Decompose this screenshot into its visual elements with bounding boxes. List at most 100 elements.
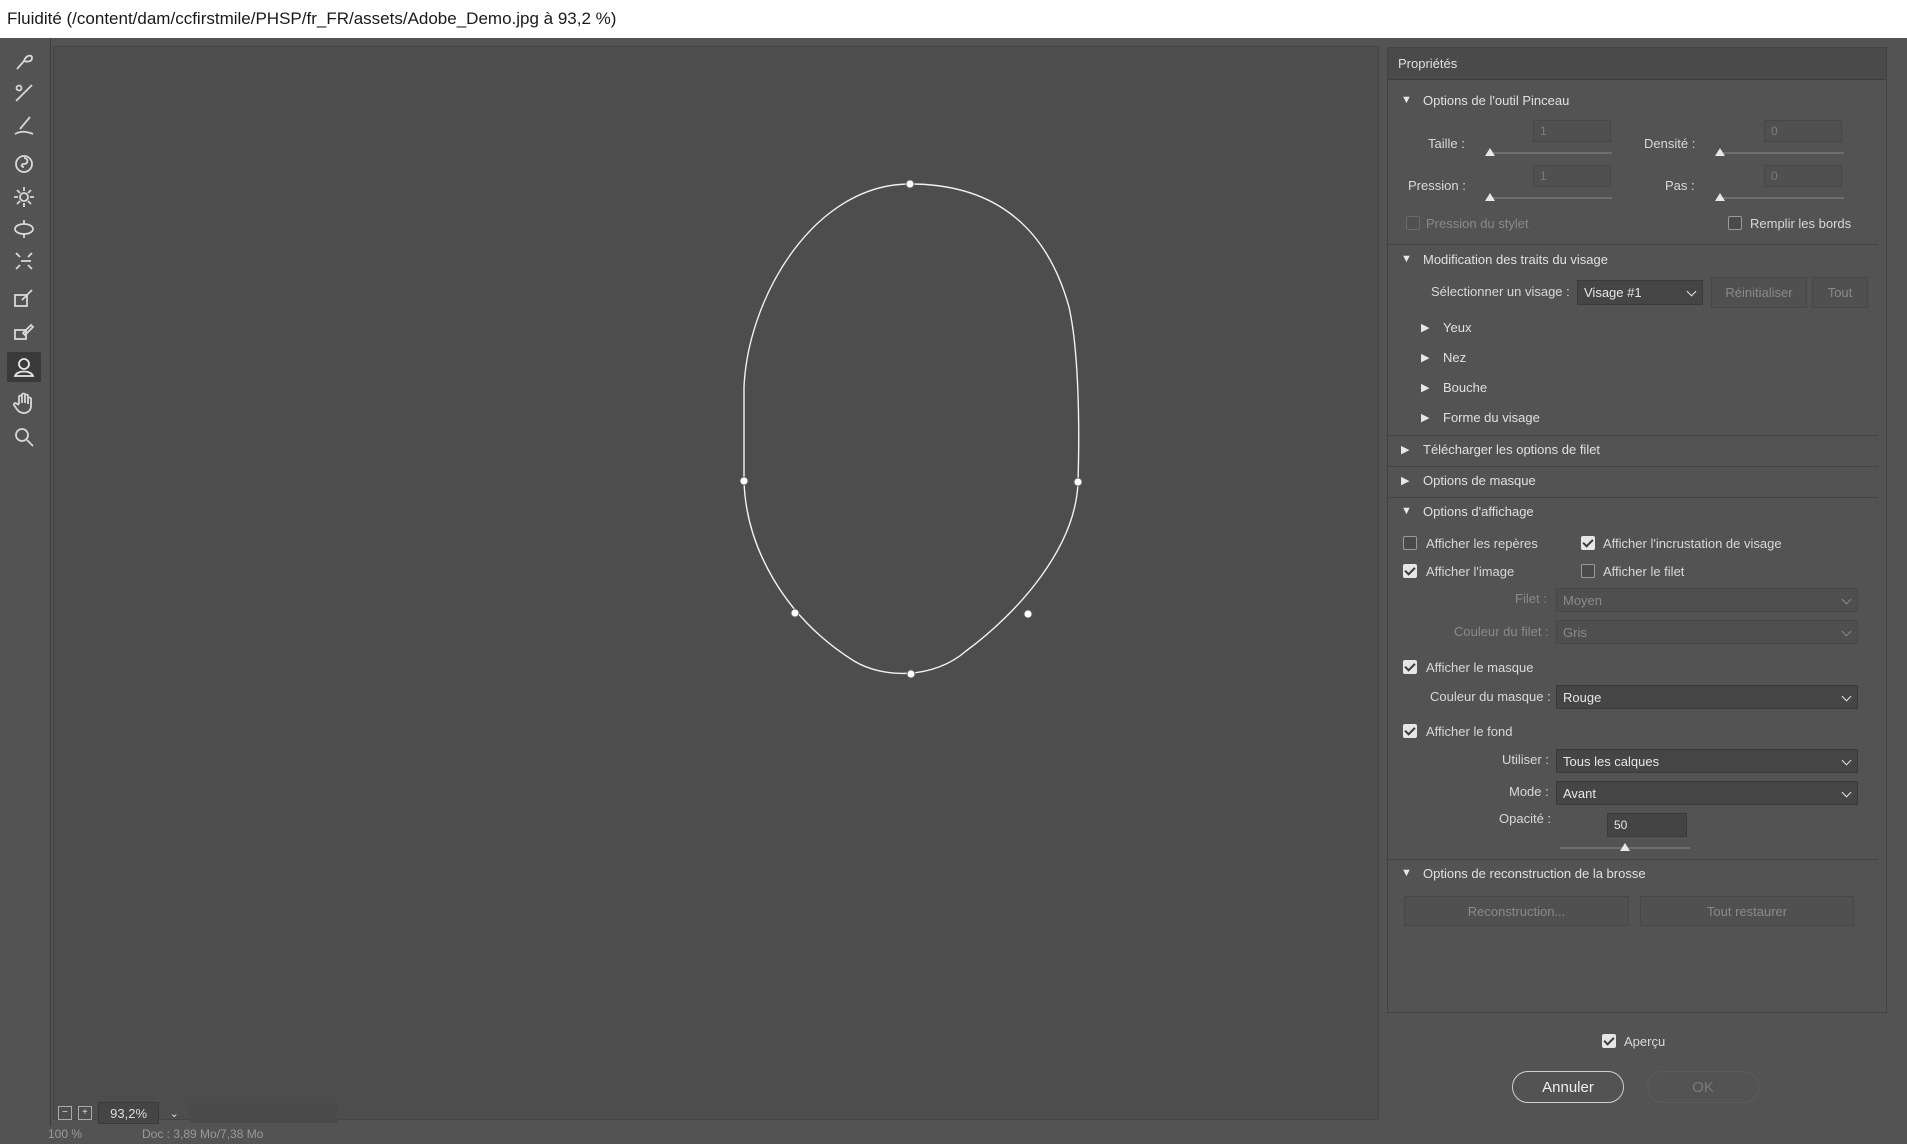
pin-edges-label: Remplir les bords bbox=[1750, 216, 1852, 231]
hand-icon[interactable] bbox=[7, 388, 41, 418]
size-field[interactable]: 1 bbox=[1533, 120, 1611, 142]
opacity-label: Opacité : bbox=[1499, 811, 1552, 826]
density-slider-track[interactable] bbox=[1718, 152, 1844, 154]
show-backdrop-checkbox[interactable] bbox=[1403, 724, 1417, 738]
mesh-size-dropdown[interactable]: Moyen bbox=[1556, 588, 1858, 612]
zoom-slider-area bbox=[189, 1103, 339, 1123]
show-mesh-label: Afficher le filet bbox=[1603, 564, 1685, 579]
use-label: Utiliser : bbox=[1502, 752, 1549, 767]
zoom-level-field[interactable]: 93,2% bbox=[97, 1102, 160, 1124]
window-title: Fluidité (/content/dam/ccfirstmile/PHSP/… bbox=[0, 0, 1907, 38]
show-image-checkbox[interactable] bbox=[1403, 564, 1417, 578]
face-item-eyes[interactable]: ▶ Yeux bbox=[1388, 315, 1878, 339]
face-control-point bbox=[739, 476, 749, 486]
face-item-nose[interactable]: ▶ Nez bbox=[1388, 345, 1878, 369]
show-backdrop-label: Afficher le fond bbox=[1426, 724, 1513, 739]
show-face-overlay-checkbox[interactable] bbox=[1581, 536, 1595, 550]
show-mask-checkbox[interactable] bbox=[1403, 660, 1417, 674]
face-control-point bbox=[906, 669, 916, 679]
rate-field[interactable]: 0 bbox=[1764, 165, 1842, 187]
face-control-point bbox=[905, 179, 915, 189]
freeze-mask-icon[interactable] bbox=[7, 283, 41, 313]
section-reconstruct-options[interactable]: ▼ Options de reconstruction de la brosse bbox=[1388, 861, 1878, 885]
preview-checkbox[interactable] bbox=[1602, 1034, 1616, 1048]
scrollbar[interactable] bbox=[1889, 47, 1901, 1127]
pressure-field[interactable]: 1 bbox=[1533, 165, 1611, 187]
size-slider-track[interactable] bbox=[1488, 152, 1612, 154]
opacity-slider-thumb[interactable] bbox=[1620, 843, 1630, 851]
collapsed-triangle-icon: ▶ bbox=[1421, 411, 1430, 424]
show-guides-checkbox[interactable] bbox=[1403, 536, 1417, 550]
zoom-dropdown-icon[interactable]: ⌄ bbox=[165, 1103, 183, 1123]
collapsed-triangle-icon: ▶ bbox=[1421, 321, 1430, 334]
section-brush-options[interactable]: ▼ Options de l'outil Pinceau bbox=[1388, 88, 1878, 112]
mask-color-dropdown[interactable]: Rouge bbox=[1556, 685, 1858, 709]
restore-all-button[interactable]: Tout restaurer bbox=[1640, 896, 1854, 926]
divider bbox=[1388, 497, 1878, 498]
divider bbox=[1388, 435, 1878, 436]
face-item-mouth[interactable]: ▶ Bouche bbox=[1388, 375, 1878, 399]
zoom-in-button[interactable]: + bbox=[77, 1106, 92, 1120]
show-mesh-checkbox[interactable] bbox=[1581, 564, 1595, 578]
zoom-icon[interactable] bbox=[7, 422, 41, 452]
smooth-icon[interactable] bbox=[7, 110, 41, 140]
select-face-dropdown[interactable]: Visage #1 bbox=[1577, 280, 1703, 305]
face-control-point bbox=[790, 608, 800, 618]
face-tool-icon[interactable] bbox=[7, 352, 41, 382]
pressure-slider-thumb[interactable] bbox=[1485, 193, 1495, 201]
section-face-aware[interactable]: ▼ Modification des traits du visage bbox=[1388, 247, 1878, 271]
zoom-out-button[interactable]: − bbox=[58, 1106, 72, 1120]
size-slider-thumb[interactable] bbox=[1485, 148, 1495, 156]
rate-slider-thumb[interactable] bbox=[1715, 193, 1725, 201]
face-outline-overlay[interactable] bbox=[54, 47, 1378, 1119]
density-slider-thumb[interactable] bbox=[1715, 148, 1725, 156]
divider bbox=[1388, 466, 1878, 467]
reconstruct-icon[interactable] bbox=[7, 78, 41, 108]
thaw-mask-icon[interactable] bbox=[7, 316, 41, 346]
panel-title: Propriétés bbox=[1388, 48, 1886, 80]
preview-canvas[interactable] bbox=[53, 46, 1379, 1120]
rate-slider-track[interactable] bbox=[1718, 197, 1844, 199]
mask-color-label: Couleur du masque : bbox=[1430, 689, 1551, 704]
expanded-triangle-icon: ▼ bbox=[1401, 867, 1412, 879]
all-button[interactable]: Tout bbox=[1812, 277, 1868, 308]
density-field[interactable]: 0 bbox=[1764, 120, 1842, 142]
face-item-face-shape[interactable]: ▶ Forme du visage bbox=[1388, 405, 1878, 429]
bloat-icon[interactable] bbox=[7, 214, 41, 244]
section-view-options[interactable]: ▼ Options d'affichage bbox=[1388, 499, 1878, 523]
expanded-triangle-icon: ▼ bbox=[1401, 94, 1412, 106]
face-control-point bbox=[1023, 609, 1033, 619]
liquify-dialog: − + 93,2% ⌄ Propriétés ▼ Options de l'ou… bbox=[0, 38, 1907, 1144]
pressure-slider-track[interactable] bbox=[1488, 197, 1612, 199]
mode-dropdown[interactable]: Avant bbox=[1556, 781, 1858, 805]
select-face-label: Sélectionner un visage : bbox=[1431, 284, 1570, 299]
forward-warp-icon[interactable] bbox=[7, 46, 41, 76]
mesh-color-dropdown[interactable]: Gris bbox=[1556, 620, 1858, 644]
section-mask-options[interactable]: ▶ Options de masque bbox=[1388, 468, 1878, 492]
twirl-icon[interactable] bbox=[7, 149, 41, 179]
mesh-color-label: Couleur du filet : bbox=[1454, 624, 1549, 639]
divider bbox=[1388, 859, 1878, 860]
preview-label: Aperçu bbox=[1624, 1034, 1666, 1049]
ok-button[interactable]: OK bbox=[1647, 1071, 1759, 1103]
pucker-icon[interactable] bbox=[7, 182, 41, 212]
face-control-point bbox=[1073, 477, 1083, 487]
zoom-bar: − + 93,2% ⌄ bbox=[58, 1102, 339, 1124]
mesh-size-label: Filet : bbox=[1515, 591, 1547, 606]
collapsed-triangle-icon: ▶ bbox=[1401, 443, 1410, 456]
divider bbox=[1388, 244, 1878, 245]
section-load-mesh[interactable]: ▶ Télécharger les options de filet bbox=[1388, 437, 1878, 461]
show-mask-label: Afficher le masque bbox=[1426, 660, 1534, 675]
use-dropdown[interactable]: Tous les calques bbox=[1556, 749, 1858, 773]
pin-edges-checkbox[interactable] bbox=[1728, 216, 1742, 230]
opacity-field[interactable]: 50 bbox=[1607, 813, 1687, 837]
pressure-label: Pression : bbox=[1408, 178, 1466, 193]
reconstruct-button[interactable]: Reconstruction... bbox=[1404, 896, 1629, 926]
show-guides-label: Afficher les repères bbox=[1426, 536, 1538, 551]
push-left-icon[interactable] bbox=[7, 246, 41, 276]
stylus-pressure-checkbox[interactable] bbox=[1406, 216, 1420, 230]
cancel-button[interactable]: Annuler bbox=[1512, 1071, 1624, 1103]
reset-button[interactable]: Réinitialiser bbox=[1711, 277, 1807, 308]
status-doc-size: Doc : 3,89 Mo/7,38 Mo bbox=[142, 1127, 264, 1141]
size-label: Taille : bbox=[1428, 136, 1465, 151]
